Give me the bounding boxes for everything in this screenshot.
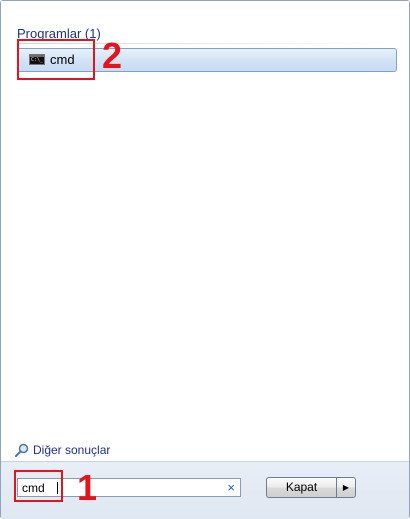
clear-search-icon[interactable]: × (227, 480, 235, 495)
more-results-label: Diğer sonuçlar (33, 443, 111, 457)
annotation-number-2: 2 (102, 35, 123, 76)
annotation-box-2 (17, 39, 95, 80)
annotation-number-1: 1 (77, 467, 98, 508)
magnifier-icon (15, 443, 29, 457)
shutdown-button[interactable]: Kapat (266, 477, 336, 498)
shutdown-options-arrow[interactable]: ▶ (336, 477, 356, 498)
annotation-box-1 (14, 470, 63, 502)
